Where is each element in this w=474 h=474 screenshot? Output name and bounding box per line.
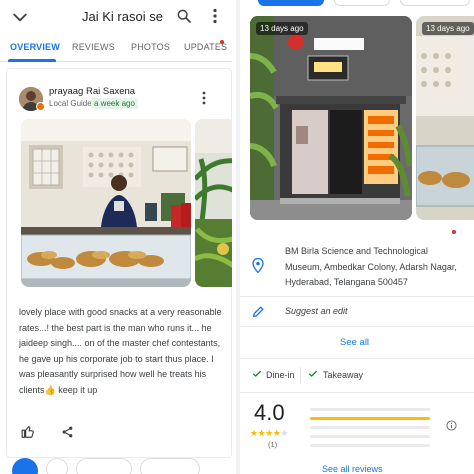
action-chip[interactable] bbox=[76, 458, 132, 474]
share-icon[interactable] bbox=[61, 425, 74, 439]
top-chip[interactable] bbox=[400, 0, 470, 6]
tab-photos[interactable]: PHOTOS bbox=[131, 42, 170, 52]
location-pin-icon bbox=[252, 258, 264, 273]
food-photo[interactable]: 13 days ago bbox=[416, 16, 474, 220]
like-icon[interactable] bbox=[21, 425, 35, 439]
rating-bar-5-star bbox=[310, 408, 430, 411]
service-dine-in: Dine-in bbox=[266, 370, 295, 380]
top-app-bar: Jai Ki rasoi se bbox=[0, 0, 232, 34]
action-chip[interactable] bbox=[46, 458, 68, 474]
rating-count: (1) bbox=[268, 440, 278, 449]
review-photo-shop-counter[interactable] bbox=[21, 119, 191, 287]
search-icon[interactable] bbox=[176, 8, 192, 24]
review-photo-plants[interactable] bbox=[195, 119, 232, 287]
reviewer-name[interactable]: prayaag Rai Saxena bbox=[49, 86, 135, 97]
info-icon[interactable] bbox=[446, 420, 457, 431]
service-separator bbox=[300, 367, 301, 383]
review-card: prayaag Rai Saxena Local Guide a week ag… bbox=[6, 68, 232, 458]
see-all-button[interactable]: See all bbox=[340, 337, 369, 348]
star-filled-icon: ★ bbox=[265, 428, 273, 438]
photo-age-chip: 13 days ago bbox=[256, 22, 308, 35]
rating-bar-3-star bbox=[310, 426, 430, 429]
local-guide-badge-icon bbox=[36, 102, 45, 111]
rating-bar-fill bbox=[310, 417, 430, 420]
divider-line bbox=[240, 358, 474, 359]
place-tabs: OVERVIEW REVIEWS PHOTOS UPDATES bbox=[0, 38, 232, 62]
tab-reviews[interactable]: REVIEWS bbox=[72, 42, 115, 52]
see-all-reviews-link[interactable]: See all reviews bbox=[322, 464, 383, 474]
indicator-dot bbox=[452, 230, 456, 234]
star-filled-icon: ★ bbox=[250, 428, 258, 438]
check-icon bbox=[253, 370, 261, 377]
more-vert-icon[interactable] bbox=[212, 8, 218, 24]
local-guide-label: Local Guide bbox=[49, 99, 92, 108]
divider-line bbox=[240, 326, 474, 327]
review-time: a week ago bbox=[91, 98, 138, 109]
divider-line bbox=[240, 296, 474, 297]
top-chip[interactable] bbox=[334, 0, 390, 6]
tab-overview[interactable]: OVERVIEW bbox=[10, 42, 60, 52]
rating-bar-2-star bbox=[310, 435, 430, 438]
storefront-photo[interactable]: 13 days ago bbox=[250, 16, 412, 220]
rating-stars: ★★★★★ bbox=[250, 428, 288, 439]
active-tab-indicator bbox=[8, 59, 56, 62]
more-vert-icon[interactable] bbox=[201, 91, 207, 105]
top-chip[interactable] bbox=[258, 0, 324, 6]
photo-age-chip: 13 days ago bbox=[422, 22, 474, 35]
action-chip[interactable] bbox=[140, 458, 200, 474]
service-takeaway: Takeaway bbox=[323, 370, 364, 380]
suggest-edit-link[interactable]: Suggest an edit bbox=[285, 306, 348, 316]
rating-bar-1-star bbox=[310, 444, 430, 447]
review-text: lovely place with good snacks at a very … bbox=[19, 307, 222, 395]
divider-line bbox=[240, 392, 474, 393]
place-title: Jai Ki rasoi se bbox=[82, 9, 163, 24]
place-panel-left: Jai Ki rasoi se OVERVIEW REVIEWS PHOTOS … bbox=[0, 0, 232, 474]
add-photo-fab-button[interactable] bbox=[12, 458, 38, 474]
address-text[interactable]: BM Birla Science and Technological Museu… bbox=[285, 244, 465, 291]
edit-pencil-icon bbox=[252, 306, 264, 318]
star-empty-icon: ★ bbox=[280, 428, 288, 438]
rating-value: 4.0 bbox=[254, 400, 285, 425]
updates-notification-dot bbox=[220, 40, 224, 44]
rating-bar-4-star bbox=[310, 417, 430, 420]
check-icon bbox=[309, 370, 317, 377]
chevron-down-icon[interactable] bbox=[10, 7, 30, 27]
place-panel-right: 13 days ago 13 days ago BM Birla Science… bbox=[240, 0, 474, 474]
